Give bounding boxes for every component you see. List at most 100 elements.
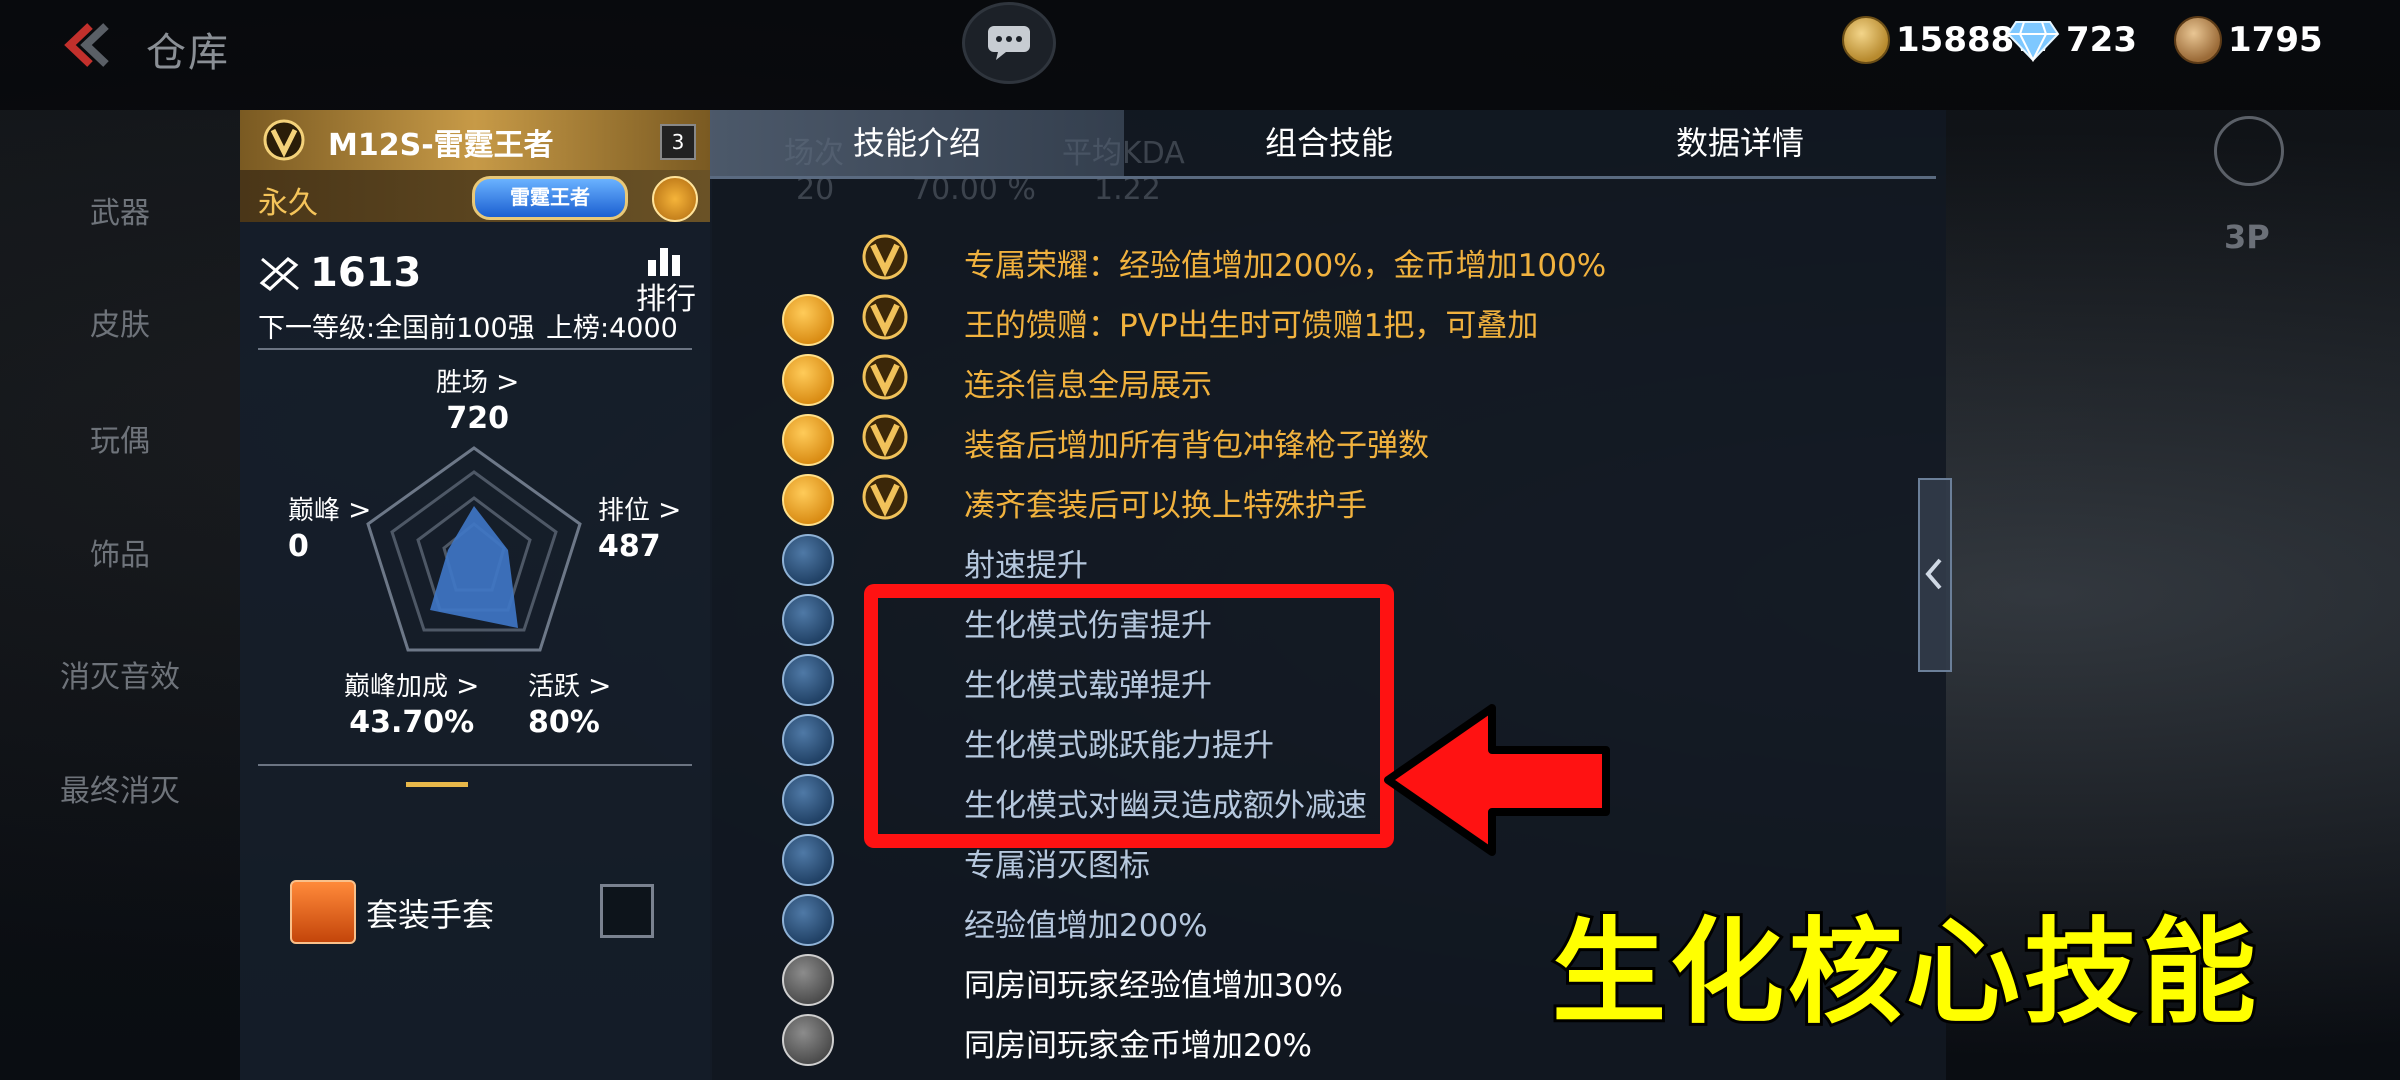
- bullet-speed-icon: [782, 534, 834, 586]
- stat-wins-value: 720: [446, 401, 510, 436]
- tab-combo-skills[interactable]: 组合技能: [1124, 110, 1534, 176]
- gift-icon: [782, 294, 834, 346]
- bio-slow-icon: [782, 774, 834, 826]
- rank-value: 1613: [310, 250, 422, 296]
- smg-icon: [782, 414, 834, 466]
- glove-checkbox[interactable]: [600, 884, 654, 938]
- weapon-name: M12S-雷霆王者: [328, 128, 554, 163]
- exp-icon: [782, 894, 834, 946]
- v-emblem-icon: [862, 414, 908, 460]
- nav-item-accessories[interactable]: 饰品: [0, 530, 240, 574]
- settings-hud-icon[interactable]: [2214, 116, 2284, 186]
- stat-active[interactable]: 活跃 > 80%: [528, 666, 611, 740]
- nav-item-kill-sound[interactable]: 消灭音效: [0, 652, 240, 696]
- video-caption: 生化核心技能: [1549, 903, 2261, 1042]
- crossed-gun-icon: [259, 257, 299, 291]
- highlight-box: [864, 584, 1394, 848]
- v-emblem-icon: [862, 294, 908, 340]
- chat-bubble-icon: [988, 26, 1030, 60]
- weapon-card: M12S-雷霆王者 3 永久 雷霆王者 1613 排行 下一等级:全国前100强…: [240, 110, 712, 1080]
- radar-chart: [366, 446, 582, 652]
- next-level-text: 下一等级:全国前100强: [258, 313, 535, 344]
- weapon-level: 3: [660, 124, 696, 160]
- stat-active-label: 活跃: [528, 672, 581, 702]
- rank-row: 1613: [258, 250, 421, 296]
- list-item: 射速提升: [710, 530, 1946, 590]
- chevron-right-icon: >: [588, 669, 612, 702]
- title-plate: 雷霆王者: [472, 176, 628, 220]
- divider: [258, 348, 692, 350]
- glove-label: 套装手套: [366, 896, 495, 934]
- diamond-value: 723: [2066, 20, 2137, 60]
- stat-peak-bonus-value: 43.70%: [349, 705, 475, 740]
- bar-chart-icon: [648, 248, 680, 276]
- skill-text: 王的馈赠：PVP出生时可馈赠1把，可叠加: [964, 308, 1539, 344]
- v-emblem-icon: [263, 119, 305, 161]
- medal-value: 1795: [2228, 20, 2323, 60]
- page-title: 仓库: [146, 30, 230, 76]
- skill-text: 射速提升: [964, 548, 1088, 584]
- duration-label: 永久: [258, 186, 318, 221]
- collapse-panel-button[interactable]: [1918, 478, 1952, 672]
- skill-text: 连杀信息全局展示: [964, 368, 1212, 404]
- list-item: 凑齐套装后可以换上特殊护手: [710, 470, 1946, 530]
- glove-icon: [290, 880, 356, 944]
- list-item: 王的馈赠：PVP出生时可馈赠1把，可叠加: [710, 290, 1946, 350]
- kill-icon: [782, 834, 834, 886]
- skill-text: 经验值增加200%: [964, 908, 1208, 944]
- v-emblem-icon: [862, 354, 908, 400]
- top-bar: 仓库 15888W 723 1795: [0, 0, 2400, 110]
- stat-peak-bonus[interactable]: 巅峰加成 > 43.70%: [344, 666, 479, 740]
- chat-button[interactable]: [962, 2, 1056, 84]
- leaderboard-button[interactable]: 排行: [636, 246, 696, 317]
- nav-item-dolls[interactable]: 玩偶: [0, 416, 240, 460]
- tab-data-details[interactable]: 数据详情: [1534, 110, 1946, 176]
- stat-active-value: 80%: [528, 705, 600, 740]
- back-arrow-icon[interactable]: [56, 22, 112, 68]
- stat-ranked[interactable]: 排位 > 487: [598, 490, 681, 564]
- tab-underline: [710, 176, 1936, 179]
- stat-wins[interactable]: 胜场 > 720: [436, 362, 519, 436]
- chevron-right-icon: >: [658, 493, 682, 526]
- room-exp-icon: [782, 954, 834, 1006]
- nav-item-weapons[interactable]: 武器: [0, 188, 240, 232]
- gold-coin-icon: [1842, 16, 1890, 64]
- category-sidebar: 武器 皮肤 玩偶 饰品 消灭音效 最终消灭: [0, 110, 240, 1080]
- bio-damage-icon: [782, 594, 834, 646]
- list-item: 装备后增加所有背包冲锋枪子弹数: [710, 410, 1946, 470]
- skill-text: 专属荣耀：经验值增加200%，金币增加100%: [964, 248, 1607, 284]
- stat-wins-label: 胜场: [436, 368, 489, 398]
- nav-item-final-kill[interactable]: 最终消灭: [0, 766, 240, 810]
- page-indicator: [406, 782, 468, 787]
- bio-ammo-icon: [782, 654, 834, 706]
- nav-item-skins[interactable]: 皮肤: [0, 300, 240, 344]
- chevron-left-icon: [1925, 558, 1942, 590]
- skill-text: 同房间玩家金币增加20%: [964, 1028, 1312, 1064]
- stat-ranked-label: 排位: [598, 496, 651, 526]
- skill-text: 装备后增加所有背包冲锋枪子弹数: [964, 428, 1429, 464]
- skill-text: 同房间玩家经验值增加30%: [964, 968, 1343, 1004]
- stat-peak-bonus-label: 巅峰加成: [344, 672, 449, 702]
- tab-bar: 技能介绍 组合技能 数据详情: [710, 110, 1946, 176]
- star-icon: [782, 474, 834, 526]
- ammo-belt-icon: [782, 354, 834, 406]
- weapon-header: M12S-雷霆王者 3: [240, 110, 710, 170]
- compass-icon[interactable]: [652, 176, 698, 222]
- red-arrow-icon: [1384, 704, 1610, 856]
- v-emblem-icon: [862, 234, 908, 280]
- chevron-right-icon: >: [496, 365, 520, 398]
- medal-balance[interactable]: 1795: [2174, 16, 2323, 64]
- leaderboard-threshold: 上榜:4000: [546, 313, 678, 344]
- stat-peak-label: 巅峰: [288, 496, 341, 526]
- v-emblem-icon: [862, 474, 908, 520]
- skill-text: 凑齐套装后可以换上特殊护手: [964, 488, 1367, 524]
- chevron-right-icon: >: [456, 669, 480, 702]
- bio-jump-icon: [782, 714, 834, 766]
- radar-fill: [430, 506, 518, 628]
- diamond-icon: [2006, 21, 2060, 62]
- diamond-balance[interactable]: 723: [2006, 18, 2137, 62]
- tab-skill-intro[interactable]: 技能介绍: [710, 110, 1124, 176]
- divider: [258, 764, 692, 766]
- stat-ranked-value: 487: [598, 529, 661, 564]
- view-mode-toggle[interactable]: 3P: [2224, 218, 2270, 256]
